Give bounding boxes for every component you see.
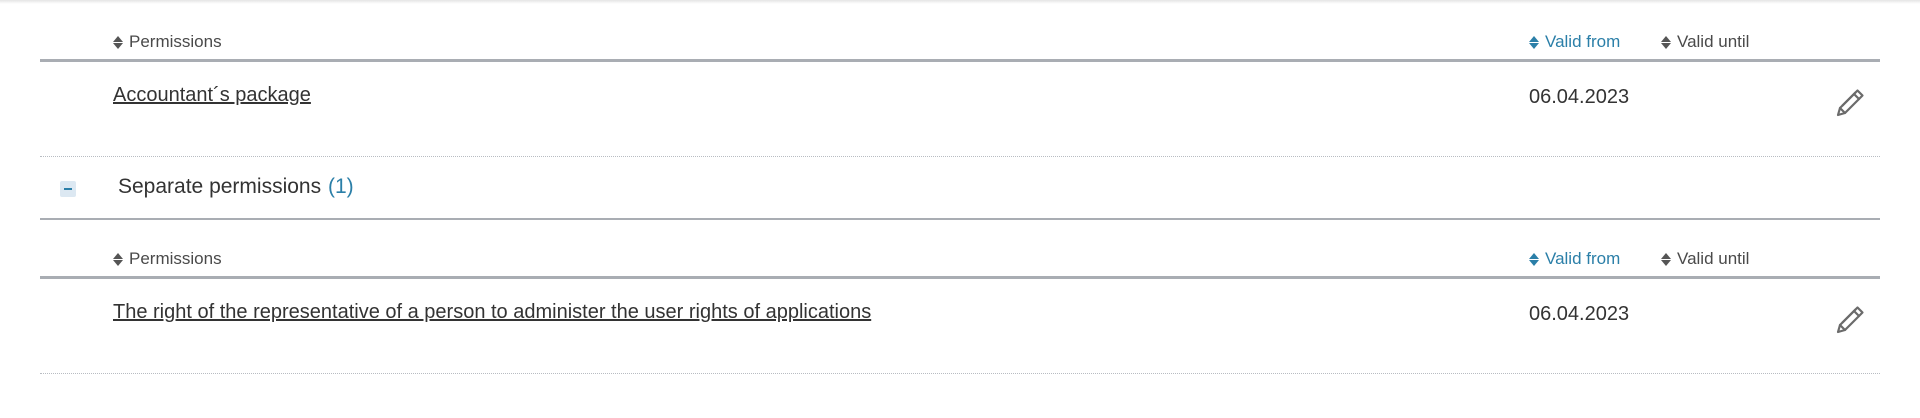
package-permissions-table: Permissions Valid from Valid until Accou… — [40, 0, 1880, 157]
edit-button[interactable] — [1833, 303, 1867, 337]
sort-icon — [113, 35, 123, 49]
valid-from-cell: 06.04.2023 — [1529, 303, 1630, 325]
group-count: (1) — [328, 175, 354, 198]
minus-icon[interactable] — [60, 181, 76, 197]
table-row: The right of the representative of a per… — [40, 279, 1880, 374]
valid-from-cell: 06.04.2023 — [1529, 86, 1630, 108]
column-header-label: Valid until — [1677, 32, 1750, 51]
pencil-icon — [1836, 306, 1864, 334]
sort-icon — [1661, 252, 1671, 266]
group-title: Separate permissions — [118, 175, 322, 198]
column-header-label: Permissions — [129, 249, 222, 268]
sort-icon — [1529, 35, 1539, 49]
table-header: Permissions Valid from Valid until — [40, 0, 1880, 62]
table-row: Accountant´s package 06.04.2023 — [40, 62, 1880, 157]
column-header-valid-from[interactable]: Valid from — [1529, 32, 1620, 52]
table-header: Permissions Valid from Valid until — [40, 217, 1880, 279]
column-header-valid-until[interactable]: Valid until — [1661, 249, 1749, 269]
column-header-label: Valid from — [1545, 249, 1621, 268]
sort-icon — [1661, 35, 1671, 49]
column-header-valid-until[interactable]: Valid until — [1661, 32, 1749, 52]
separate-permissions-table: Permissions Valid from Valid until The r… — [40, 217, 1880, 374]
permission-link[interactable]: Accountant´s package — [113, 84, 311, 107]
pencil-icon — [1836, 89, 1864, 117]
sort-icon — [1529, 252, 1539, 266]
sort-icon — [113, 252, 123, 266]
permission-link[interactable]: The right of the representative of a per… — [113, 301, 871, 324]
edit-button[interactable] — [1833, 86, 1867, 120]
column-header-valid-from[interactable]: Valid from — [1529, 249, 1620, 269]
column-header-permissions[interactable]: Permissions — [113, 249, 222, 269]
column-header-label: Permissions — [129, 32, 222, 51]
separate-permissions-group-header: Separate permissions (1) — [40, 158, 1880, 220]
column-header-permissions[interactable]: Permissions — [113, 32, 222, 52]
column-header-label: Valid from — [1545, 32, 1621, 51]
column-header-label: Valid until — [1677, 249, 1750, 268]
